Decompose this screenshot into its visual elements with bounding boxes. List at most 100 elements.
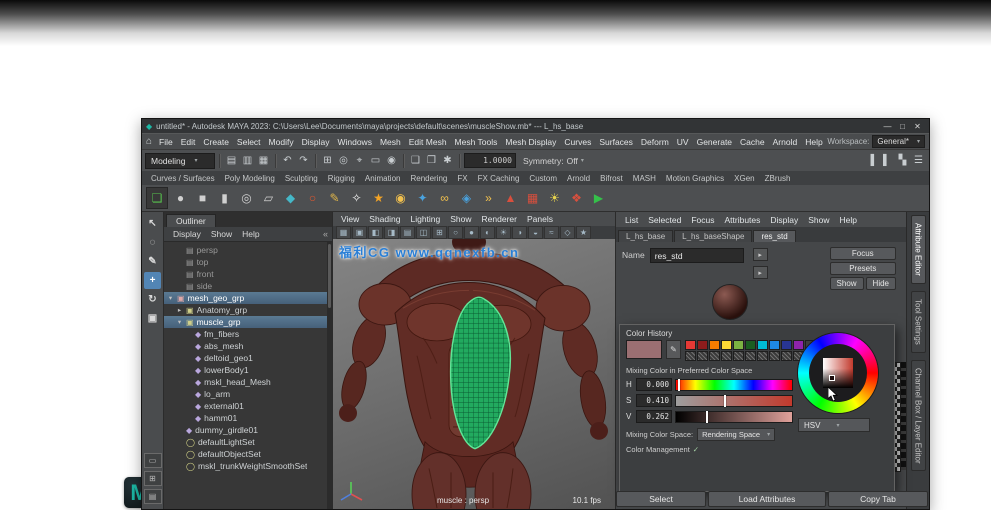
workspace-panels-icon[interactable]: ☰ bbox=[911, 153, 926, 168]
workspace-dropdown[interactable]: General* ▾ bbox=[872, 135, 925, 148]
shelf-tab[interactable]: Arnold bbox=[562, 172, 595, 185]
snap-grid-icon[interactable]: ⊞ bbox=[320, 153, 335, 168]
hide-button[interactable]: Hide bbox=[865, 277, 896, 290]
poly-sphere-icon[interactable]: ● bbox=[171, 189, 190, 208]
layout-four-pane-icon[interactable]: ⊞ bbox=[143, 471, 162, 486]
palette-swatch[interactable] bbox=[781, 340, 792, 350]
make-live-icon[interactable]: ◉ bbox=[384, 153, 399, 168]
slider-handle[interactable] bbox=[706, 410, 709, 423]
expand-caret-icon[interactable]: ▾ bbox=[176, 318, 183, 326]
attribute-editor-tab[interactable]: L_hs_baseShape bbox=[674, 230, 753, 242]
paint-select-tool[interactable]: ✎ bbox=[144, 253, 161, 270]
numeric-input-field[interactable]: 1.0000 bbox=[464, 153, 516, 168]
menubar-item[interactable]: Select bbox=[233, 137, 265, 147]
saturation-value-square[interactable] bbox=[823, 358, 853, 388]
outliner-item[interactable]: ◆ external01 bbox=[164, 400, 332, 412]
menubar-item[interactable]: Mesh Display bbox=[501, 137, 560, 147]
palette-swatch[interactable] bbox=[745, 340, 756, 350]
poly-plane-icon[interactable]: ▱ bbox=[259, 189, 278, 208]
menubar-item[interactable]: Modify bbox=[265, 137, 298, 147]
current-color-swatch[interactable] bbox=[626, 340, 662, 359]
outliner-item[interactable]: ◆ mskl_head_Mesh bbox=[164, 376, 332, 388]
panel-menu-item[interactable]: Attributes bbox=[719, 215, 765, 225]
outliner-tab[interactable]: Outliner bbox=[166, 214, 216, 227]
ambient-occlusion-icon[interactable]: ◒ bbox=[528, 226, 543, 239]
menubar-item[interactable]: Create bbox=[199, 137, 233, 147]
menubar-item[interactable]: Edit Mesh bbox=[405, 137, 451, 147]
outliner-item[interactable]: ▾ ▣ mesh_geo_grp bbox=[164, 292, 332, 304]
panel-menu-item[interactable]: List bbox=[620, 215, 643, 225]
chain-constraint-icon[interactable]: ∞ bbox=[435, 189, 454, 208]
save-scene-icon[interactable]: ▦ bbox=[256, 153, 271, 168]
select-camera-icon[interactable]: ▦ bbox=[336, 226, 351, 239]
shelf-tab[interactable]: Poly Modeling bbox=[220, 172, 280, 185]
outliner-item[interactable]: ▤ top bbox=[164, 256, 332, 268]
palette-empty-swatch[interactable] bbox=[781, 351, 792, 361]
outliner-item[interactable]: ▾ ▣ muscle_grp bbox=[164, 316, 332, 328]
xray-icon[interactable]: ◇ bbox=[560, 226, 575, 239]
palette-swatch[interactable] bbox=[685, 340, 696, 350]
shelf-tab[interactable]: Animation bbox=[360, 172, 406, 185]
snap-curve-icon[interactable]: ◎ bbox=[336, 153, 351, 168]
shelf-tab[interactable]: Curves / Surfaces bbox=[146, 172, 220, 185]
bone-icon[interactable]: ✧ bbox=[347, 189, 366, 208]
bottom-button[interactable]: Copy Tab bbox=[828, 491, 928, 507]
expand-caret-icon[interactable]: ▾ bbox=[167, 294, 174, 302]
isolate-select-icon[interactable]: ★ bbox=[576, 226, 591, 239]
minimize-button[interactable]: — bbox=[880, 122, 895, 131]
outliner-item[interactable]: ◆ abs_mesh bbox=[164, 340, 332, 352]
slider-value-field[interactable]: 0.410 bbox=[636, 394, 672, 407]
light-icon[interactable]: ☀ bbox=[545, 189, 564, 208]
orient-arrows-icon[interactable]: » bbox=[479, 189, 498, 208]
side-panel-tab[interactable]: Attribute Editor bbox=[910, 215, 926, 284]
material-swatch[interactable] bbox=[712, 284, 748, 320]
shadows-icon[interactable]: ◑ bbox=[512, 226, 527, 239]
close-button[interactable]: ✕ bbox=[910, 122, 925, 131]
slider-track[interactable] bbox=[675, 394, 793, 407]
menubar-item[interactable]: Edit bbox=[177, 137, 200, 147]
textured-icon[interactable]: ◐ bbox=[480, 226, 495, 239]
outliner-item[interactable]: ▸ ▣ Anatomy_grp bbox=[164, 304, 332, 316]
menubar-item[interactable]: Surfaces bbox=[595, 137, 637, 147]
poly-torus-icon[interactable]: ◎ bbox=[237, 189, 256, 208]
menubar-item[interactable]: UV bbox=[673, 137, 693, 147]
collapse-arrows-icon[interactable]: « bbox=[323, 229, 328, 239]
lattice-icon[interactable]: ▦ bbox=[523, 189, 542, 208]
wireframe-icon[interactable]: ○ bbox=[448, 226, 463, 239]
deform-icon[interactable]: ▲ bbox=[501, 189, 520, 208]
shelf-tab[interactable]: MASH bbox=[628, 172, 661, 185]
panel-menu-item[interactable]: View bbox=[336, 214, 364, 224]
joint-icon[interactable]: ◉ bbox=[391, 189, 410, 208]
shelf-tab[interactable]: Custom bbox=[524, 172, 562, 185]
camera-attributes-icon[interactable]: ◧ bbox=[368, 226, 383, 239]
panel-menu-item[interactable]: Shading bbox=[364, 214, 405, 224]
pencil-curve-icon[interactable]: ✎ bbox=[325, 189, 344, 208]
menubar-item[interactable]: Windows bbox=[333, 137, 375, 147]
toggle-tool-settings-icon[interactable]: ▌ bbox=[879, 153, 894, 168]
layout-split-pane-icon[interactable]: ▤ bbox=[143, 489, 162, 504]
render-frame-icon[interactable]: ❑ bbox=[408, 153, 423, 168]
slider-track[interactable] bbox=[675, 378, 793, 391]
lock-camera-icon[interactable]: ▣ bbox=[352, 226, 367, 239]
mixing-space-dropdown[interactable]: Rendering Space ▾ bbox=[697, 428, 776, 441]
side-panel-tab[interactable]: Channel Box / Layer Editor bbox=[910, 359, 926, 472]
menubar-item[interactable]: Help bbox=[801, 137, 826, 147]
nurbs-circle-icon[interactable]: ○ bbox=[303, 189, 322, 208]
shelf-tab[interactable]: ZBrush bbox=[760, 172, 796, 185]
palette-empty-swatch[interactable] bbox=[769, 351, 780, 361]
outliner-scrollbar[interactable] bbox=[327, 242, 332, 509]
palette-empty-swatch[interactable] bbox=[721, 351, 732, 361]
palette-swatch[interactable] bbox=[721, 340, 732, 350]
panel-menu-item[interactable]: Focus bbox=[686, 215, 719, 225]
snap-plane-icon[interactable]: ▭ bbox=[368, 153, 383, 168]
image-plane-icon[interactable]: ▤ bbox=[400, 226, 415, 239]
palette-swatch[interactable] bbox=[709, 340, 720, 350]
expand-caret-icon[interactable]: ▸ bbox=[176, 306, 183, 314]
scrollbar-thumb[interactable] bbox=[328, 244, 331, 308]
panel-menu-item[interactable]: Lighting bbox=[405, 214, 445, 224]
slider-handle[interactable] bbox=[678, 378, 681, 391]
palette-swatch[interactable] bbox=[757, 340, 768, 350]
slider-handle[interactable] bbox=[723, 394, 726, 407]
outliner-item[interactable]: ◯ mskl_trunkWeightSmoothSet bbox=[164, 460, 332, 472]
slider-value-field[interactable]: 0.262 bbox=[636, 410, 672, 423]
